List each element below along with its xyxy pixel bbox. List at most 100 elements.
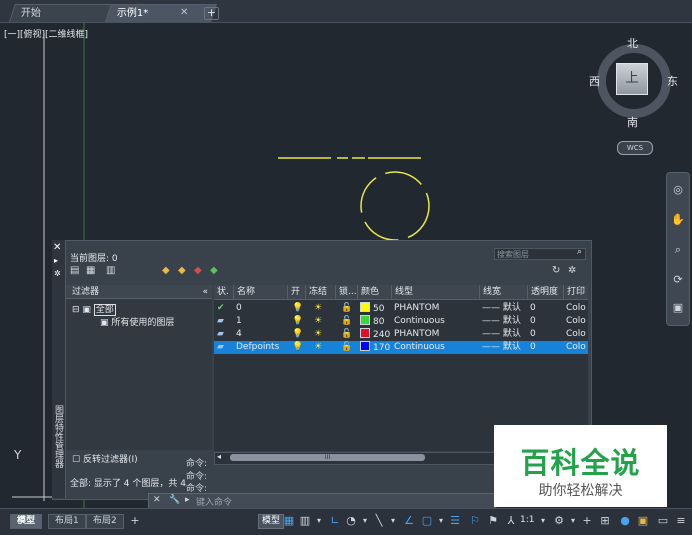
col-color[interactable]: 颜色 [358, 285, 392, 299]
layer-lock-icon[interactable]: 🔓 [341, 341, 352, 354]
object-snap-tracking-icon[interactable]: ∠ [402, 514, 416, 528]
layer-row[interactable]: ▰ 1 💡 ☀ 🔓 80 Continuous —— 默认 0 Colo [214, 315, 588, 328]
layer-transparency[interactable]: 0 [530, 315, 536, 328]
new-layer-icon[interactable]: ◆ [162, 265, 170, 276]
layer-lineweight[interactable]: —— 默认 [482, 315, 521, 328]
panel-properties-icon[interactable]: ✲ [54, 269, 61, 278]
new-tab-button[interactable]: + [204, 7, 219, 20]
scroll-thumb[interactable]: III [230, 454, 425, 461]
layout-tab-layout2[interactable]: 布局2 [86, 514, 124, 529]
compass-south[interactable]: 南 [627, 114, 638, 130]
layer-linetype[interactable]: PHANTOM [394, 328, 439, 341]
layer-row[interactable]: ▰ 4 💡 ☀ 🔓 240 PHANTOM —— 默认 0 Colo [214, 328, 588, 341]
annotation-scale-icon[interactable]: ⅄ [504, 514, 518, 528]
layer-linetype[interactable]: Continuous [394, 341, 445, 354]
panel-autohide-icon[interactable]: ▸ [54, 256, 58, 265]
layer-freeze-icon[interactable]: ☀ [314, 302, 322, 315]
layer-freeze-icon[interactable]: ☀ [314, 328, 322, 341]
orbit-icon[interactable]: ⟳ [671, 273, 685, 287]
isodraft-icon[interactable]: ╲ [372, 514, 386, 528]
layer-on-icon[interactable]: 💡 [292, 302, 303, 315]
annotation-scale-value[interactable]: 1:1 [520, 515, 534, 525]
annotation-visibility-icon[interactable]: ⚐ [468, 514, 482, 528]
model-space-button[interactable]: 模型 [258, 514, 285, 529]
command-input[interactable]: 键入命令 [196, 495, 232, 508]
layer-color[interactable]: 80 [360, 315, 384, 328]
refresh-icon[interactable]: ↻ [552, 265, 560, 276]
layer-color[interactable]: 170 [360, 341, 390, 354]
viewport-controls-label[interactable]: [一][俯视][二维线框] [4, 27, 88, 40]
pan-icon[interactable]: ✋ [671, 213, 685, 227]
polar-icon[interactable]: ◔ [344, 514, 358, 528]
layer-on-icon[interactable]: 💡 [292, 315, 303, 328]
search-layer-input[interactable]: 搜索图层 [494, 248, 586, 260]
layer-plot-style[interactable]: Colo [566, 341, 586, 354]
new-layer-vp-frozen-icon[interactable]: ◆ [178, 265, 186, 276]
layer-row[interactable]: ✔ 0 💡 ☀ 🔓 50 PHANTOM —— 默认 0 Colo [214, 302, 588, 315]
layer-lock-icon[interactable]: 🔓 [341, 302, 352, 315]
layer-linetype[interactable]: Continuous [394, 315, 445, 328]
zoom-icon[interactable]: ⌕ [671, 243, 685, 257]
layer-lock-icon[interactable]: 🔓 [341, 328, 352, 341]
layer-plot-style[interactable]: Colo [566, 302, 586, 315]
layer-transparency[interactable]: 0 [530, 302, 536, 315]
invert-filter-checkbox[interactable]: ☐ 反转过滤器(I) [72, 452, 138, 465]
layer-color[interactable]: 240 [360, 328, 390, 341]
wcs-menu[interactable]: WCS [617, 141, 653, 155]
command-close-icon[interactable]: ✕ [153, 495, 161, 505]
close-tab-icon[interactable]: ✕ [180, 7, 188, 18]
col-transparency[interactable]: 透明度 [528, 285, 564, 299]
customization-menu-icon[interactable]: ≡ [674, 514, 688, 528]
compass-east[interactable]: 东 [667, 73, 678, 89]
hardware-acceleration-icon[interactable]: ▣ [636, 514, 650, 528]
layer-plot-style[interactable]: Colo [566, 328, 586, 341]
col-name[interactable]: 名称 [234, 285, 288, 299]
layer-lineweight[interactable]: —— 默认 [482, 328, 521, 341]
collapse-icon[interactable]: « [202, 285, 208, 299]
col-linetype[interactable]: 线型 [392, 285, 480, 299]
units-icon[interactable]: ⊞ [598, 514, 612, 528]
tab-start[interactable]: 开始 [9, 4, 121, 22]
layer-freeze-icon[interactable]: ☀ [314, 341, 322, 354]
layer-lineweight[interactable]: —— 默认 [482, 302, 521, 315]
panel-title-strip[interactable]: ✕ ▸ ✲ 图层特性管理器 [52, 240, 66, 498]
layer-name[interactable]: Defpoints [236, 341, 279, 354]
viewcube-top-face[interactable]: 上 [616, 63, 648, 95]
layer-lineweight[interactable]: —— 默认 [482, 341, 521, 354]
col-on[interactable]: 开 [288, 285, 306, 299]
command-customize-icon[interactable]: 🔧 [169, 495, 180, 505]
annotation-monitor-icon[interactable]: + [580, 514, 594, 528]
object-snap-dropdown-icon[interactable]: ▾ [434, 514, 448, 528]
tree-item-all[interactable]: ⊟ ▣ 全部 [72, 302, 116, 316]
compass-north[interactable]: 北 [627, 35, 638, 51]
command-search-icon[interactable]: ▸ [185, 495, 190, 505]
workspace-dropdown-icon[interactable]: ▾ [566, 514, 580, 528]
delete-layer-icon[interactable]: ◆ [194, 265, 202, 276]
new-property-filter-icon[interactable]: ▤ [70, 265, 79, 276]
settings-icon[interactable]: ✲ [568, 265, 576, 276]
scale-dropdown-icon[interactable]: ▾ [536, 514, 550, 528]
layer-plot-style[interactable]: Colo [566, 315, 586, 328]
layer-status-icon[interactable]: ▰ [217, 328, 224, 341]
col-lineweight[interactable]: 线宽 [480, 285, 528, 299]
col-freeze[interactable]: 冻结 [306, 285, 336, 299]
layer-name[interactable]: 4 [236, 328, 242, 341]
layer-name[interactable]: 0 [236, 302, 242, 315]
set-current-icon[interactable]: ◆ [210, 265, 218, 276]
layer-states-icon[interactable]: ▥ [106, 265, 115, 276]
isolate-objects-icon[interactable]: ● [618, 514, 632, 528]
panel-close-icon[interactable]: ✕ [53, 242, 61, 253]
layer-status-icon[interactable]: ▰ [217, 341, 224, 354]
auto-scale-icon[interactable]: ⚑ [486, 514, 500, 528]
compass-west[interactable]: 西 [589, 73, 600, 89]
new-group-filter-icon[interactable]: ▦ [86, 265, 95, 276]
layer-transparency[interactable]: 0 [530, 328, 536, 341]
layout-tab-model[interactable]: 模型 [10, 514, 43, 529]
lineweight-icon[interactable]: ☰ [448, 514, 462, 528]
snap-dropdown-icon[interactable]: ▾ [312, 514, 326, 528]
tab-drawing[interactable]: 示例1* [105, 4, 217, 22]
layer-transparency[interactable]: 0 [530, 341, 536, 354]
layer-on-icon[interactable]: 💡 [292, 341, 303, 354]
layer-freeze-icon[interactable]: ☀ [314, 315, 322, 328]
grid-icon[interactable]: ▦ [282, 514, 296, 528]
